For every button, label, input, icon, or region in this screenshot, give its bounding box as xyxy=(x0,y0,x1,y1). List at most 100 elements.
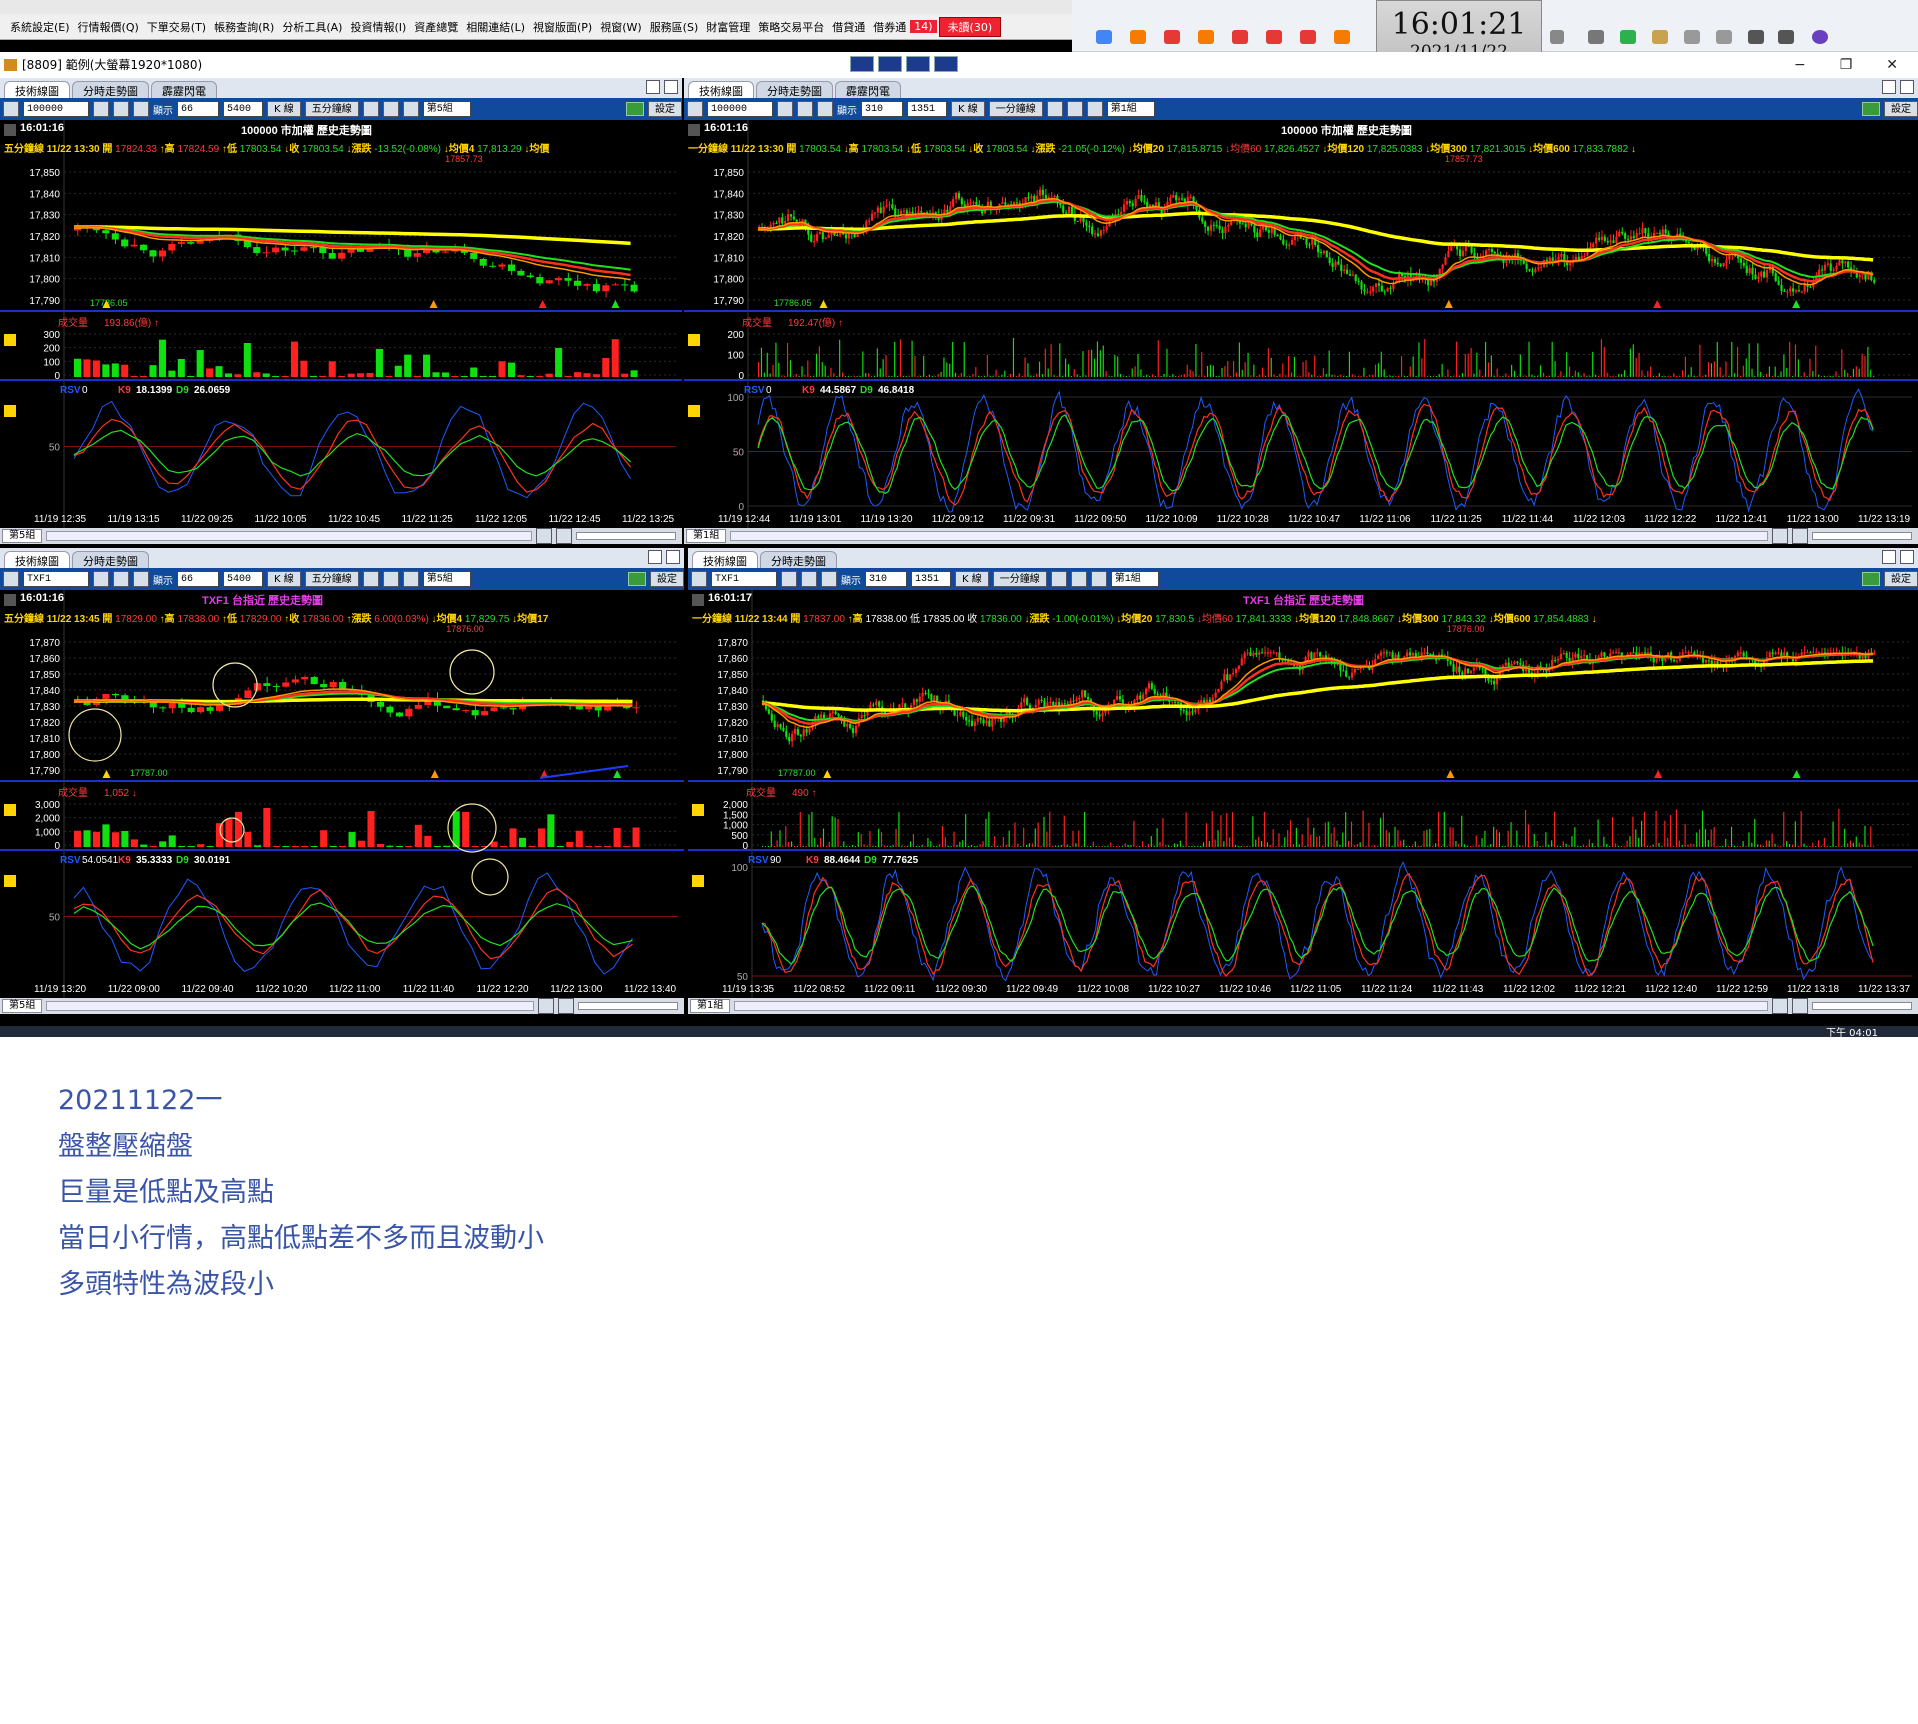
layout-button[interactable] xyxy=(850,56,874,72)
group-select[interactable]: 第5組 xyxy=(422,571,471,587)
zoom-out-icon[interactable] xyxy=(558,998,574,1014)
menu-item[interactable]: 策略交易平台 xyxy=(754,19,828,35)
collapse-icon[interactable] xyxy=(4,405,16,417)
group-dropdown[interactable]: 第1組 xyxy=(686,529,727,543)
tab-1[interactable]: 分時走勢圖 xyxy=(756,81,833,98)
layout-button[interactable] xyxy=(878,56,902,72)
tab-1[interactable]: 分時走勢圖 xyxy=(760,551,837,568)
menu-item[interactable]: 服務區(S) xyxy=(646,19,703,35)
group-dropdown[interactable]: 第1組 xyxy=(690,999,731,1013)
check-icon[interactable] xyxy=(1684,30,1700,44)
up-icon[interactable] xyxy=(797,101,813,117)
extension-icon[interactable] xyxy=(1588,30,1604,44)
tab-0[interactable]: 技術線圖 xyxy=(4,81,70,98)
pen-icon[interactable] xyxy=(1070,571,1087,587)
period-dropdown[interactable]: 五分鐘線 xyxy=(304,101,359,117)
collapse-icon[interactable] xyxy=(4,875,16,887)
group-dropdown[interactable]: 第5組 xyxy=(2,999,43,1013)
tab-2[interactable]: 霹靂閃電 xyxy=(151,81,217,98)
ktype-dropdown[interactable]: K 線 xyxy=(955,571,989,587)
tab-0[interactable]: 技術線圖 xyxy=(4,551,70,568)
layout-button[interactable] xyxy=(906,56,930,72)
menu-item[interactable]: 下單交易(T) xyxy=(143,19,210,35)
maximize-icon[interactable] xyxy=(666,550,680,564)
help-button[interactable] xyxy=(934,56,958,72)
scroll-track[interactable] xyxy=(46,531,532,541)
restore-button[interactable]: ❐ xyxy=(1840,52,1853,78)
period-dropdown[interactable]: 五分鐘線 xyxy=(304,571,359,587)
float-window-icon[interactable] xyxy=(646,80,660,94)
total-input[interactable]: 5400 xyxy=(223,101,263,117)
group-select[interactable]: 第1組 xyxy=(1106,101,1155,117)
ktype-dropdown[interactable]: K 線 xyxy=(951,101,985,117)
browser-tab-icon[interactable] xyxy=(1096,30,1112,44)
symbol-input[interactable]: TXF1 xyxy=(711,571,777,587)
layout-icon[interactable] xyxy=(402,571,419,587)
period-dropdown[interactable]: 一分鐘線 xyxy=(988,101,1043,117)
menu-item[interactable]: 視窗(W) xyxy=(596,19,645,35)
count-input[interactable]: 66 xyxy=(177,571,219,587)
excel-icon[interactable] xyxy=(1862,572,1880,586)
browser-tab-icon[interactable] xyxy=(1334,30,1350,44)
up-icon[interactable] xyxy=(113,101,129,117)
browser-tab-icon[interactable] xyxy=(1130,30,1146,44)
browser-tab-icon[interactable] xyxy=(1266,30,1282,44)
browser-tab-icon[interactable] xyxy=(1300,30,1316,44)
zoom-slider[interactable] xyxy=(576,532,676,540)
float-window-icon[interactable] xyxy=(648,550,662,564)
draw-line-icon[interactable] xyxy=(1046,101,1063,117)
up-icon[interactable] xyxy=(801,571,817,587)
up-icon[interactable] xyxy=(113,571,129,587)
pen-icon[interactable] xyxy=(382,101,399,117)
browser-tab-icon[interactable] xyxy=(1164,30,1180,44)
draw-line-icon[interactable] xyxy=(362,101,379,117)
count-input[interactable]: 66 xyxy=(177,101,219,117)
message-count-badge[interactable]: 14) xyxy=(910,20,937,33)
excel-icon[interactable] xyxy=(626,102,644,116)
menu-item[interactable]: 分析工具(A) xyxy=(278,19,346,35)
arrow-icon[interactable] xyxy=(3,101,19,117)
total-input[interactable]: 1351 xyxy=(911,571,951,587)
menu-item[interactable]: 投資情報(I) xyxy=(346,19,410,35)
zoom-out-icon[interactable] xyxy=(1792,528,1808,544)
menu-item[interactable]: 借券通 xyxy=(869,19,910,35)
close-button[interactable]: ✕ xyxy=(1886,52,1898,78)
zoom-out-icon[interactable] xyxy=(1792,998,1808,1014)
symbol-input[interactable]: 100000 xyxy=(23,101,89,117)
period-dropdown[interactable]: 一分鐘線 xyxy=(992,571,1047,587)
settings-button[interactable]: 設定 xyxy=(1884,101,1918,117)
ktype-dropdown[interactable]: K 線 xyxy=(267,571,301,587)
tab-2[interactable]: 霹靂閃電 xyxy=(835,81,901,98)
search-icon[interactable] xyxy=(777,101,793,117)
group-select[interactable]: 第5組 xyxy=(422,101,471,117)
tab-1[interactable]: 分時走勢圖 xyxy=(72,81,149,98)
zoom-in-icon[interactable] xyxy=(536,528,552,544)
layout-icon[interactable] xyxy=(402,101,419,117)
symbol-input[interactable]: 100000 xyxy=(707,101,773,117)
draw-line-icon[interactable] xyxy=(1050,571,1067,587)
float-window-icon[interactable] xyxy=(1882,80,1896,94)
search-icon[interactable] xyxy=(781,571,797,587)
scroll-track[interactable] xyxy=(46,1001,534,1011)
settings-button[interactable]: 設定 xyxy=(650,571,684,587)
line-icon[interactable] xyxy=(1620,30,1636,44)
excel-icon[interactable] xyxy=(1862,102,1880,116)
search-icon[interactable] xyxy=(93,571,109,587)
tab-1[interactable]: 分時走勢圖 xyxy=(72,551,149,568)
arrow-icon[interactable] xyxy=(691,571,707,587)
down-icon[interactable] xyxy=(133,101,149,117)
collapse-icon[interactable] xyxy=(4,804,16,816)
zoom-slider[interactable] xyxy=(1812,1002,1912,1010)
settings-button[interactable]: 設定 xyxy=(1884,571,1918,587)
tab-0[interactable]: 技術線圖 xyxy=(692,551,758,568)
maximize-icon[interactable] xyxy=(1900,80,1914,94)
zoom-slider[interactable] xyxy=(578,1002,678,1010)
maximize-icon[interactable] xyxy=(1900,550,1914,564)
maximize-icon[interactable] xyxy=(664,80,678,94)
arrow-icon[interactable] xyxy=(687,101,703,117)
zoom-in-icon[interactable] xyxy=(1772,998,1788,1014)
down-icon[interactable] xyxy=(133,571,149,587)
down-icon[interactable] xyxy=(821,571,837,587)
arrow-icon[interactable] xyxy=(3,571,19,587)
collapse-icon[interactable] xyxy=(4,334,16,346)
